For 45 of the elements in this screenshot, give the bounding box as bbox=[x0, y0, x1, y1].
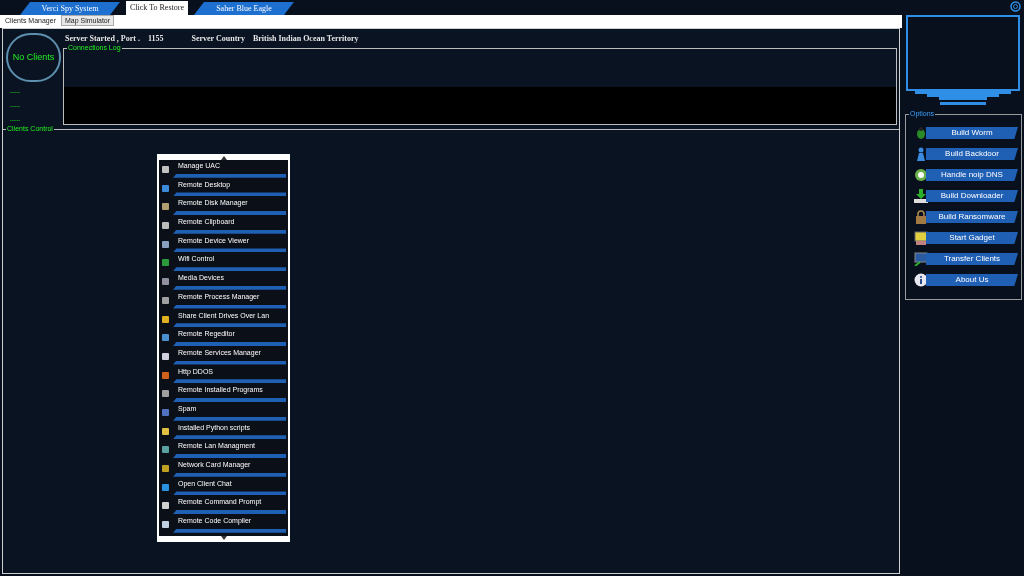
padlock-icon bbox=[914, 210, 928, 224]
top-tab[interactable]: Verci Spy System bbox=[20, 2, 120, 15]
option-button[interactable]: Build Downloader bbox=[926, 190, 1018, 202]
app-icon bbox=[162, 203, 169, 211]
app-icon bbox=[162, 184, 169, 192]
info-value: 1155 bbox=[147, 32, 164, 45]
option-button[interactable]: About Us bbox=[926, 274, 1018, 286]
monitor-icon bbox=[914, 252, 928, 266]
download-icon bbox=[914, 189, 928, 203]
person-icon bbox=[914, 147, 928, 161]
app-icon bbox=[162, 502, 169, 510]
app-icon bbox=[162, 390, 169, 398]
app-icon bbox=[162, 222, 169, 230]
app-icon bbox=[162, 465, 169, 472]
app-icon bbox=[162, 408, 169, 416]
app-icon bbox=[162, 334, 169, 342]
app-icon bbox=[162, 427, 169, 435]
app-icon bbox=[162, 483, 169, 491]
top-tab[interactable]: Saher Blue Eagle bbox=[193, 2, 294, 15]
option-button[interactable]: Build Backdoor bbox=[926, 148, 1018, 160]
info-icon bbox=[914, 273, 928, 287]
app-icon bbox=[162, 278, 169, 286]
top-tab[interactable]: Click To Restore bbox=[126, 1, 188, 15]
app-icon bbox=[162, 166, 169, 173]
info-label: Server Country bbox=[191, 32, 245, 45]
bug-icon bbox=[914, 126, 928, 140]
settings-icon[interactable] bbox=[1010, 1, 1021, 12]
info-value: British Indian Ocean Territory bbox=[252, 32, 359, 45]
client-count-badge: No Clients bbox=[6, 33, 61, 82]
info-label: Server Started , Port . bbox=[65, 32, 140, 45]
app-icon bbox=[162, 315, 169, 323]
globe-icon bbox=[914, 168, 928, 182]
monitor-icon bbox=[914, 231, 928, 245]
option-button[interactable]: Start Gadget bbox=[926, 232, 1018, 244]
app-icon bbox=[162, 296, 169, 304]
option-button[interactable]: Build Ransomware bbox=[926, 211, 1018, 223]
option-button[interactable]: Transfer Clients bbox=[926, 253, 1018, 265]
app-icon bbox=[162, 446, 169, 454]
option-button[interactable]: Handle noip DNS bbox=[926, 169, 1018, 181]
app-icon bbox=[162, 259, 169, 267]
app-icon bbox=[162, 371, 169, 379]
app-icon bbox=[162, 352, 169, 360]
option-button[interactable]: Build Worm bbox=[926, 127, 1018, 139]
app-icon bbox=[162, 240, 169, 248]
app-icon bbox=[162, 521, 169, 529]
